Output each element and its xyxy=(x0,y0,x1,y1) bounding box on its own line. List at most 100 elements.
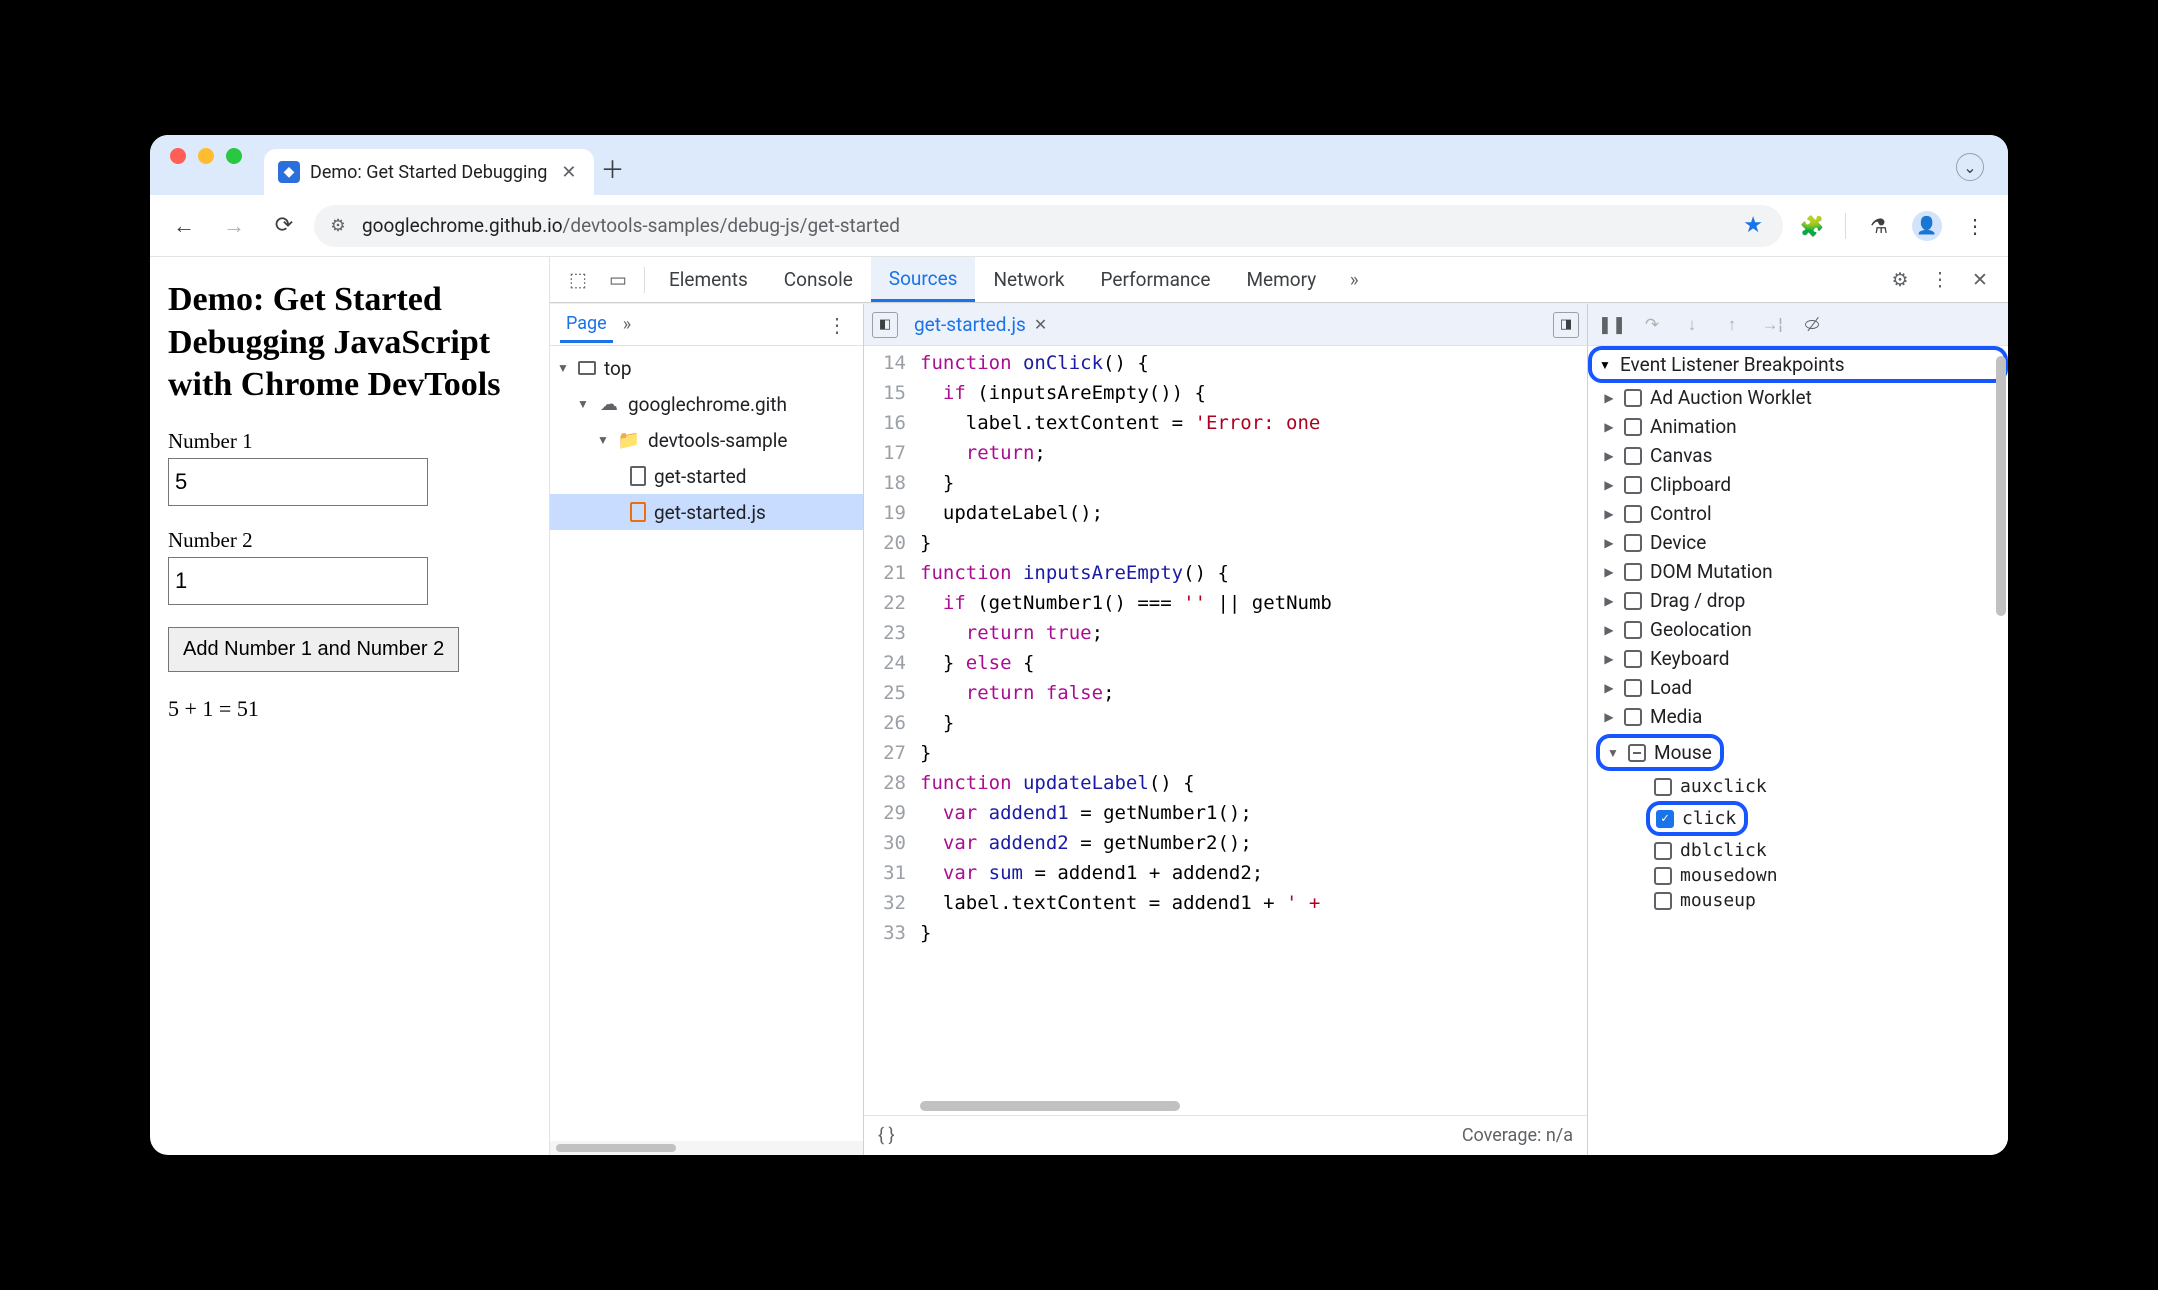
category-checkbox[interactable] xyxy=(1624,708,1642,726)
category-checkbox[interactable] xyxy=(1624,476,1642,494)
code-line[interactable]: 27} xyxy=(864,738,1587,768)
code-line[interactable]: 22 if (getNumber1() === '' || getNumb xyxy=(864,588,1587,618)
code-line[interactable]: 30 var addend2 = getNumber2(); xyxy=(864,828,1587,858)
pretty-print-button[interactable]: { } xyxy=(878,1125,895,1146)
tree-file-html[interactable]: get-started xyxy=(550,458,863,494)
breakpoint-event-dblclick[interactable]: dblclick xyxy=(1588,838,2008,863)
code-line[interactable]: 21function inputsAreEmpty() { xyxy=(864,558,1587,588)
labs-button[interactable]: ⚗ xyxy=(1860,207,1898,245)
category-checkbox[interactable] xyxy=(1624,447,1642,465)
category-checkbox[interactable] xyxy=(1628,744,1646,762)
inspect-element-button[interactable]: ⬚ xyxy=(558,260,598,300)
site-info-icon[interactable]: ⚙ xyxy=(326,214,350,238)
line-number[interactable]: 31 xyxy=(864,858,920,888)
step-out-button[interactable]: ↑ xyxy=(1718,311,1746,339)
toggle-debugger-button[interactable]: ◨ xyxy=(1553,312,1579,338)
line-number[interactable]: 29 xyxy=(864,798,920,828)
navigator-menu-button[interactable]: ⋮ xyxy=(821,313,853,337)
code-line[interactable]: 32 label.textContent = addend1 + ' + xyxy=(864,888,1587,918)
devtools-tab-console[interactable]: Console xyxy=(766,257,871,302)
number1-input[interactable] xyxy=(168,458,428,506)
category-checkbox[interactable] xyxy=(1624,679,1642,697)
close-file-button[interactable]: ✕ xyxy=(1034,315,1047,334)
line-number[interactable]: 25 xyxy=(864,678,920,708)
reload-button[interactable]: ⟳ xyxy=(264,206,304,246)
tree-folder[interactable]: ▼📁devtools-sample xyxy=(550,422,863,458)
breakpoint-category-media[interactable]: ▶Media xyxy=(1588,702,2008,731)
event-listener-breakpoints-header[interactable]: ▼Event Listener Breakpoints xyxy=(1588,346,2008,383)
breakpoint-category-mouse[interactable]: ▼Mouse xyxy=(1588,731,2008,774)
breakpoint-category-load[interactable]: ▶Load xyxy=(1588,673,2008,702)
code-line[interactable]: 26 } xyxy=(864,708,1587,738)
editor-file-tab[interactable]: get-started.js ✕ xyxy=(908,313,1053,336)
close-window-button[interactable] xyxy=(170,148,186,164)
breakpoint-event-click[interactable]: ✓click xyxy=(1588,799,2008,838)
code-line[interactable]: 20} xyxy=(864,528,1587,558)
event-checkbox[interactable]: ✓ xyxy=(1656,810,1674,828)
back-button[interactable]: ← xyxy=(164,206,204,246)
event-checkbox[interactable] xyxy=(1654,778,1672,796)
line-number[interactable]: 26 xyxy=(864,708,920,738)
line-number[interactable]: 18 xyxy=(864,468,920,498)
event-checkbox[interactable] xyxy=(1654,867,1672,885)
category-checkbox[interactable] xyxy=(1624,650,1642,668)
forward-button[interactable]: → xyxy=(214,206,254,246)
breakpoint-event-auxclick[interactable]: auxclick xyxy=(1588,774,2008,799)
tab-search-button[interactable]: ⌄ xyxy=(1956,153,1984,181)
devtools-settings-button[interactable]: ⚙ xyxy=(1880,260,1920,300)
devtools-tab-network[interactable]: Network xyxy=(975,257,1082,302)
devtools-close-button[interactable]: ✕ xyxy=(1960,260,2000,300)
number2-input[interactable] xyxy=(168,557,428,605)
breakpoint-category-device[interactable]: ▶Device xyxy=(1588,528,2008,557)
code-line[interactable]: 14function onClick() { xyxy=(864,348,1587,378)
minimize-window-button[interactable] xyxy=(198,148,214,164)
line-number[interactable]: 15 xyxy=(864,378,920,408)
code-line[interactable]: 33} xyxy=(864,918,1587,948)
device-toolbar-button[interactable]: ▭ xyxy=(598,260,638,300)
tree-top[interactable]: ▼top xyxy=(550,350,863,386)
line-number[interactable]: 19 xyxy=(864,498,920,528)
code-line[interactable]: 19 updateLabel(); xyxy=(864,498,1587,528)
navigator-scrollbar[interactable] xyxy=(550,1141,863,1155)
breakpoint-event-mouseup[interactable]: mouseup xyxy=(1588,888,2008,913)
category-checkbox[interactable] xyxy=(1624,621,1642,639)
tree-origin[interactable]: ▼☁googlechrome.gith xyxy=(550,386,863,422)
address-bar[interactable]: ⚙ googlechrome.github.io/devtools-sample… xyxy=(314,205,1783,247)
browser-tab[interactable]: ◆ Demo: Get Started Debugging ✕ xyxy=(264,149,594,195)
category-checkbox[interactable] xyxy=(1624,505,1642,523)
line-number[interactable]: 20 xyxy=(864,528,920,558)
maximize-window-button[interactable] xyxy=(226,148,242,164)
line-number[interactable]: 28 xyxy=(864,768,920,798)
navigator-page-tab[interactable]: Page xyxy=(560,307,613,343)
bookmark-star-icon[interactable]: ★ xyxy=(1735,213,1771,238)
category-checkbox[interactable] xyxy=(1624,563,1642,581)
step-button[interactable]: →¦ xyxy=(1758,311,1786,339)
code-line[interactable]: 31 var sum = addend1 + addend2; xyxy=(864,858,1587,888)
category-checkbox[interactable] xyxy=(1624,592,1642,610)
code-line[interactable]: 23 return true; xyxy=(864,618,1587,648)
line-number[interactable]: 24 xyxy=(864,648,920,678)
line-number[interactable]: 23 xyxy=(864,618,920,648)
event-checkbox[interactable] xyxy=(1654,892,1672,910)
debugger-v-scrollbar[interactable] xyxy=(1996,356,2006,616)
devtools-menu-button[interactable]: ⋮ xyxy=(1920,260,1960,300)
category-checkbox[interactable] xyxy=(1624,534,1642,552)
breakpoint-category-dom-mutation[interactable]: ▶DOM Mutation xyxy=(1588,557,2008,586)
line-number[interactable]: 32 xyxy=(864,888,920,918)
code-line[interactable]: 24 } else { xyxy=(864,648,1587,678)
code-line[interactable]: 18 } xyxy=(864,468,1587,498)
line-number[interactable]: 27 xyxy=(864,738,920,768)
line-number[interactable]: 30 xyxy=(864,828,920,858)
category-checkbox[interactable] xyxy=(1624,418,1642,436)
deactivate-breakpoints-button[interactable]: ⬭̸ xyxy=(1798,311,1826,339)
line-number[interactable]: 22 xyxy=(864,588,920,618)
breakpoint-category-animation[interactable]: ▶Animation xyxy=(1588,412,2008,441)
line-number[interactable]: 14 xyxy=(864,348,920,378)
devtools-tab-performance[interactable]: Performance xyxy=(1083,257,1229,302)
event-checkbox[interactable] xyxy=(1654,842,1672,860)
navigator-more-tabs[interactable]: » xyxy=(623,314,631,335)
breakpoint-category-keyboard[interactable]: ▶Keyboard xyxy=(1588,644,2008,673)
line-number[interactable]: 16 xyxy=(864,408,920,438)
editor-h-scrollbar[interactable] xyxy=(920,1101,1180,1111)
breakpoint-category-control[interactable]: ▶Control xyxy=(1588,499,2008,528)
